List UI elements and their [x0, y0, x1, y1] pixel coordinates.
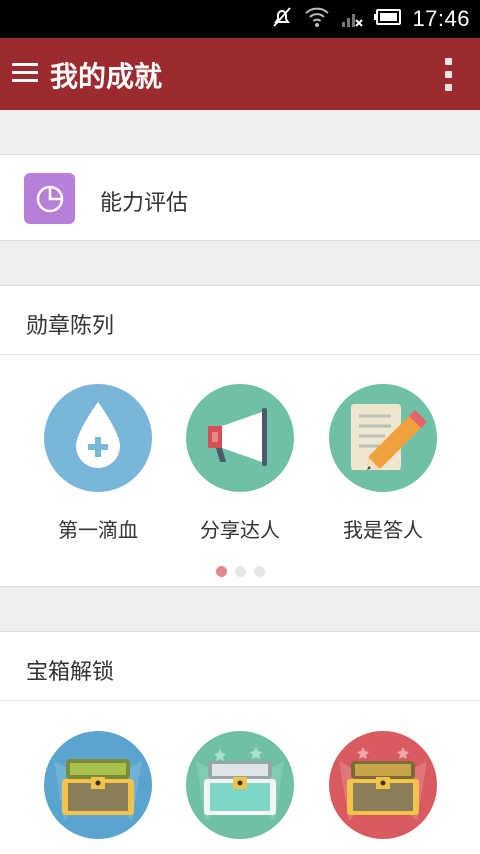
status-bar: 17:46	[0, 0, 480, 38]
pie-chart-icon	[24, 173, 75, 224]
treasure-chest-2[interactable]	[175, 731, 305, 839]
medal-label: 第一滴血	[58, 518, 138, 542]
treasure-chest-pink-icon	[329, 731, 437, 839]
ability-evaluation-label: 能力评估	[100, 191, 189, 216]
treasure-chest-1[interactable]	[33, 731, 163, 839]
treasure-section: 宝箱解锁	[0, 631, 480, 854]
app-bar: 我的成就	[0, 38, 480, 110]
battery-icon	[374, 8, 402, 30]
medals-header: 勋章陈列	[0, 286, 480, 355]
hamburger-icon	[12, 63, 38, 66]
page-dot[interactable]	[234, 566, 246, 577]
medals-heading: 勋章陈列	[26, 314, 115, 339]
wifi-icon	[304, 6, 330, 32]
ability-evaluation-row[interactable]: 能力评估	[0, 154, 480, 241]
medal-answer-master[interactable]: 我是答人	[318, 384, 448, 543]
page-title: 我的成就	[50, 60, 163, 93]
page-dot-active[interactable]	[215, 566, 227, 577]
more-options-button[interactable]	[442, 58, 454, 94]
megaphone-icon	[186, 384, 294, 492]
hamburger-line	[12, 79, 38, 82]
notepad-pencil-icon	[329, 384, 437, 492]
treasure-chest-gold-icon	[44, 731, 152, 839]
page-dot[interactable]	[253, 566, 265, 577]
silent-icon	[270, 5, 294, 33]
clock: 17:46	[412, 6, 470, 31]
more-vert-dot	[445, 71, 452, 78]
treasure-chest-3[interactable]	[318, 731, 448, 839]
medal-label: 分享达人	[200, 518, 280, 542]
hamburger-line	[12, 71, 38, 74]
treasure-heading: 宝箱解锁	[26, 660, 115, 685]
signal-icon	[340, 6, 364, 32]
treasure-header: 宝箱解锁	[0, 632, 480, 701]
menu-button[interactable]	[8, 56, 42, 90]
more-vert-dot	[445, 84, 452, 91]
more-vert-icon	[445, 58, 452, 65]
blood-drop-icon	[44, 384, 152, 492]
medal-first-blood[interactable]: 第一滴血	[33, 384, 163, 543]
medal-share-master[interactable]: 分享达人	[175, 384, 305, 543]
treasure-chest-silver-icon	[186, 731, 294, 839]
medal-label: 我是答人	[343, 518, 423, 542]
medals-page-indicator[interactable]	[0, 566, 480, 578]
medals-section: 勋章陈列 第一滴血 分享达人 我是答人	[0, 285, 480, 587]
